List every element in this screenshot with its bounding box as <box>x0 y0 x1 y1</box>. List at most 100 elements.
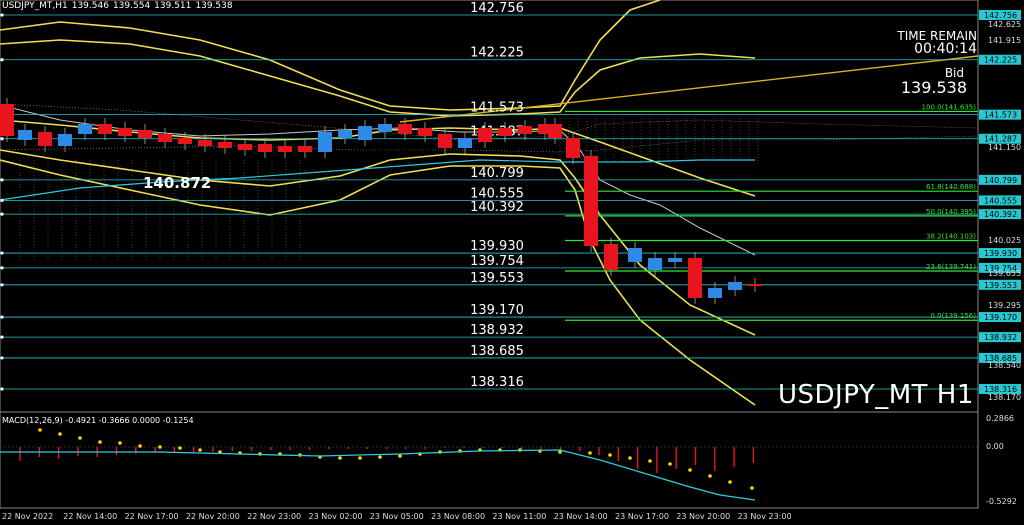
level-dot <box>0 251 4 255</box>
level-label: 139.170 <box>470 303 524 318</box>
candle-body <box>138 130 152 138</box>
macd-dot <box>628 456 632 460</box>
macd-dot <box>648 459 652 463</box>
price-tick: 142.625 <box>988 20 1021 29</box>
fib-label: 50.0(140.395) <box>926 208 976 216</box>
level-dot <box>0 283 4 287</box>
level-dot <box>0 198 4 202</box>
level-axis-label: 139.553 <box>984 281 1017 290</box>
time-remain-value: 00:40:14 <box>914 41 977 57</box>
candle-body <box>358 126 372 140</box>
candle-body <box>688 258 702 298</box>
level-axis-label: 142.225 <box>984 56 1017 65</box>
level-axis-label: 140.799 <box>984 176 1017 185</box>
candle-body <box>728 282 742 290</box>
candle-body <box>198 140 212 146</box>
symbol-watermark: USDJPY_MT H1 <box>778 380 974 410</box>
macd-dot <box>78 436 82 440</box>
macd-dot <box>398 454 402 458</box>
candle-body <box>38 132 52 146</box>
time-tick: 23 Nov 23:00 <box>738 512 792 521</box>
level-dot <box>0 58 4 62</box>
level-dot <box>0 13 4 17</box>
price-tick: 141.150 <box>988 143 1021 152</box>
macd-dot <box>608 453 612 457</box>
chart-header: USDJPY_MT,H1 139.546 139.554 139.511 139.538 <box>2 1 237 11</box>
level-axis-label: 141.573 <box>984 111 1017 120</box>
level-dot <box>0 356 4 360</box>
level-dot <box>0 137 4 141</box>
level-dot <box>0 266 4 270</box>
candle-body <box>338 130 352 138</box>
candle-body <box>98 124 112 134</box>
candle-body <box>748 284 762 286</box>
level-dot <box>0 212 4 216</box>
level-label: 140.799 <box>470 166 524 181</box>
high-value: 139.554 <box>112 1 151 11</box>
price-tick: 139.655 <box>988 269 1021 278</box>
time-tick: 22 Nov 2022 <box>2 512 53 521</box>
fib-label: 0.0(139.156) <box>930 312 976 320</box>
candle-body <box>708 288 722 298</box>
candle-body <box>298 146 312 152</box>
candle-body <box>118 128 132 136</box>
level-axis-label: 140.555 <box>984 196 1017 205</box>
macd-dot <box>688 468 692 472</box>
time-tick: 22 Nov 14:00 <box>63 512 117 521</box>
time-tick: 23 Nov 20:00 <box>676 512 730 521</box>
level-axis-label: 142.756 <box>984 11 1017 20</box>
level-axis-label: 140.392 <box>984 210 1017 219</box>
time-tick: 23 Nov 14:00 <box>554 512 608 521</box>
candle-body <box>498 128 512 136</box>
candle-body <box>218 142 232 148</box>
fib-label: 38.2(140.103) <box>926 232 976 240</box>
open-value: 139.546 <box>71 1 109 11</box>
macd-dot <box>668 462 672 466</box>
time-tick: 23 Nov 11:00 <box>492 512 546 521</box>
candle-body <box>628 248 642 262</box>
macd-dot <box>378 455 382 459</box>
bid-value: 139.538 <box>900 78 967 97</box>
level-label: 138.685 <box>470 344 524 359</box>
macd-dot <box>158 445 162 449</box>
time-remain-box: TIME REMAIN 00:40:14 <box>897 30 977 57</box>
fib-label: 23.6(139.741) <box>926 263 976 271</box>
macd-panel <box>0 411 979 509</box>
candle-body <box>584 156 598 246</box>
close-value: 139.538 <box>195 1 233 11</box>
macd-dot <box>588 451 592 455</box>
price-tick: 138.540 <box>988 361 1021 370</box>
price-tick: 138.170 <box>988 393 1021 402</box>
macd-label: MACD(12,26,9) -0.4921 -0.3666 0.0000 -0.… <box>2 416 194 425</box>
candle-body <box>18 130 32 140</box>
macd-dot <box>338 456 342 460</box>
candle-body <box>668 258 682 262</box>
highlight-price: 140.872 <box>143 174 212 192</box>
fib-label: 100.0(141.635) <box>922 103 977 111</box>
time-axis: 22 Nov 2022 22 Nov 14:00 22 Nov 17:00 22 No… <box>2 512 792 521</box>
symbol-timeframe: USDJPY_MT,H1 <box>2 1 68 11</box>
level-label: 140.392 <box>470 200 524 215</box>
level-label: 139.553 <box>470 271 524 286</box>
macd-dot <box>728 480 732 484</box>
time-tick: 22 Nov 17:00 <box>125 512 179 521</box>
macd-dot <box>118 441 122 445</box>
candle-body <box>78 124 92 134</box>
candle-body <box>518 126 532 134</box>
level-label: 139.754 <box>470 254 524 269</box>
candle-body <box>458 138 472 148</box>
macd-tick: 0.2866 <box>986 414 1014 423</box>
candle-body <box>548 124 562 138</box>
macd-dot <box>708 474 712 478</box>
macd-dot <box>138 444 142 448</box>
level-label: 141.573 <box>470 101 524 116</box>
macd-dot <box>750 486 754 490</box>
time-tick: 23 Nov 17:00 <box>615 512 669 521</box>
fib-label: 61.8(140.688) <box>926 183 976 191</box>
candle-body <box>318 132 332 152</box>
level-label: 139.930 <box>470 239 524 254</box>
level-label: 138.316 <box>470 375 524 390</box>
macd-dot <box>178 446 182 450</box>
price-chart[interactable]: 142.756 142.756 142.225 142.225 141.573 141.5… <box>0 0 1024 525</box>
candle-body <box>58 134 72 146</box>
